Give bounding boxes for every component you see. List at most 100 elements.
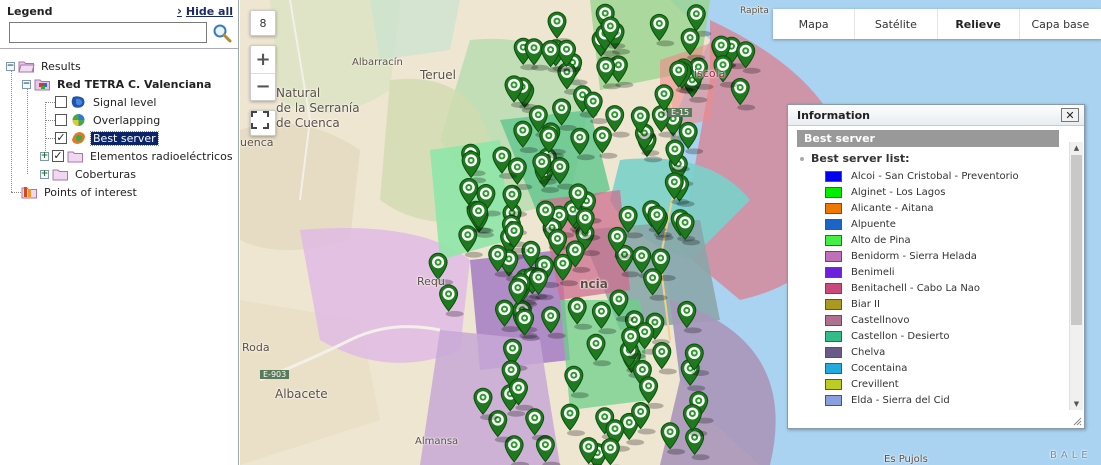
elements-checkbox[interactable]: ✓ xyxy=(52,150,64,162)
tree-node-overlapping: Overlapping xyxy=(55,111,162,129)
server-name: Chelva xyxy=(851,346,886,358)
overlapping-checkbox[interactable] xyxy=(55,114,67,126)
tree-label-signal-level[interactable]: Signal level xyxy=(91,96,158,109)
points-of-interest-icon xyxy=(21,187,37,199)
best-server-list-label: Best server list: xyxy=(811,152,910,165)
information-scrollbar[interactable]: ▲ ▼ xyxy=(1069,142,1083,410)
server-name: Alcoi - San Cristobal - Preventorio xyxy=(851,170,1019,182)
list-item: Elda - Sierra del Cid xyxy=(797,392,1073,408)
information-window: Information ✕ Best server Best server li… xyxy=(787,104,1085,429)
server-name: Alto de Pina xyxy=(851,234,911,246)
scroll-up-icon[interactable]: ▲ xyxy=(1070,142,1083,154)
tree-label-results[interactable]: Results xyxy=(39,60,83,73)
best-server-section-title: Best server xyxy=(797,130,1059,147)
map-label-albacete: Albacete xyxy=(275,387,328,401)
fullscreen-button[interactable] xyxy=(250,110,276,136)
legend-search-input[interactable] xyxy=(9,22,207,43)
color-swatch xyxy=(825,330,842,342)
list-item: Alcoi - San Cristobal - Preventorio xyxy=(797,168,1073,184)
map-label-parque-2: de la Serranía xyxy=(276,101,360,115)
server-name: Crevillent xyxy=(851,378,899,390)
search-button[interactable] xyxy=(210,22,234,44)
list-item: Benidorm - Sierra Helada xyxy=(797,248,1073,264)
tree-node-results: − Results xyxy=(6,57,83,75)
hide-all-label: Hide all xyxy=(185,5,233,18)
color-swatch xyxy=(825,250,842,262)
map-label-teruel: Teruel xyxy=(420,68,456,82)
color-swatch xyxy=(825,186,842,198)
best-server-list: Alcoi - San Cristobal - Preventorio Algi… xyxy=(797,168,1073,410)
server-name: Elda - Sierra del Cid xyxy=(851,394,950,406)
map-label-parque-3: de Cuenca xyxy=(276,116,340,130)
zoom-in-button[interactable]: + xyxy=(251,46,275,74)
tree-label-elements[interactable]: Elementos radioeléctricos xyxy=(88,150,235,163)
tree-node-signal-level: Signal level xyxy=(55,93,158,111)
hide-all-link[interactable]: › Hide all xyxy=(177,4,233,18)
list-item: Chelva xyxy=(797,344,1073,360)
color-swatch xyxy=(825,362,842,374)
list-item: Alginet - Los Lagos xyxy=(797,184,1073,200)
scrollbar-thumb[interactable] xyxy=(1071,155,1082,325)
list-item: Biar II xyxy=(797,296,1073,312)
tree-label-points[interactable]: Points of interest xyxy=(42,186,139,199)
map-label-valencia: ncia xyxy=(580,277,608,291)
tree-label-overlapping[interactable]: Overlapping xyxy=(91,114,162,127)
server-name: Benimeli xyxy=(851,266,895,278)
server-name: Benitachell - Cabo La Nao xyxy=(851,282,981,294)
legend-header: Legend › Hide all xyxy=(0,0,238,22)
list-item: Castellon - Desierto xyxy=(797,328,1073,344)
list-item: Alicante - Aitana xyxy=(797,200,1073,216)
signal-level-checkbox[interactable] xyxy=(55,96,67,108)
basemap-tab-capa-base[interactable]: Capa base xyxy=(1020,9,1101,39)
map-label-albarracin: Albarracín xyxy=(352,57,403,68)
basemap-tab-satelite[interactable]: Satélite xyxy=(855,9,938,39)
zoom-control: + − xyxy=(250,45,276,101)
tree-node-best-server: ✓ Best server xyxy=(55,129,159,147)
information-title: Information xyxy=(797,108,870,122)
tree-label-best-server[interactable]: Best server xyxy=(90,130,159,146)
color-swatch xyxy=(825,234,842,246)
server-name: Alicante - Aitana xyxy=(851,202,934,214)
map-label-rapita: Rapita xyxy=(740,6,769,16)
close-button[interactable]: ✕ xyxy=(1061,108,1079,122)
map-label-roda: Roda xyxy=(242,341,270,354)
expand-icon[interactable]: + xyxy=(40,151,49,161)
information-header: Information ✕ xyxy=(788,105,1084,126)
server-name: Alpuente xyxy=(851,218,896,230)
legend-divider xyxy=(0,48,238,49)
best-server-icon xyxy=(72,132,85,144)
color-swatch xyxy=(825,282,842,294)
scroll-down-icon[interactable]: ▼ xyxy=(1070,398,1083,410)
bullet-icon xyxy=(800,156,804,161)
list-item: Benimeli xyxy=(797,264,1073,280)
server-name: Benidorm - Sierra Helada xyxy=(851,250,977,262)
tree-label-network[interactable]: Red TETRA C. Valenciana xyxy=(55,78,213,91)
list-item: Alto de Pina xyxy=(797,232,1073,248)
folder-icon xyxy=(52,169,68,181)
folder-icon xyxy=(67,151,83,163)
basemap-switcher: Mapa Satélite Relieve Capa base xyxy=(773,9,1101,39)
basemap-tab-relieve[interactable]: Relieve xyxy=(938,9,1020,39)
list-item: Castellnovo xyxy=(797,312,1073,328)
tree-node-points: Points of interest xyxy=(21,183,139,201)
expand-icon[interactable]: + xyxy=(40,169,49,179)
color-swatch xyxy=(825,346,842,358)
collapse-icon[interactable]: − xyxy=(6,61,15,71)
color-swatch xyxy=(825,314,842,326)
server-name: Cocentaina xyxy=(851,362,908,374)
server-name: Alginet - Los Lagos xyxy=(851,186,946,198)
color-swatch xyxy=(825,266,842,278)
best-server-checkbox[interactable]: ✓ xyxy=(55,132,67,144)
legend-title: Legend xyxy=(7,4,53,18)
map-label-parque-1: Natural xyxy=(276,86,321,100)
tree-label-coberturas[interactable]: Coberturas xyxy=(73,168,138,181)
zoom-out-button[interactable]: − xyxy=(251,74,275,101)
server-name: Biar II xyxy=(851,298,880,310)
map-label-requena: Requ xyxy=(417,275,445,288)
resize-grip-icon[interactable] xyxy=(1072,416,1082,426)
road-shield-e903: E-903 xyxy=(260,370,290,379)
basemap-tab-mapa[interactable]: Mapa xyxy=(773,9,856,39)
server-name: Castellnovo xyxy=(851,314,910,326)
folder-open-icon xyxy=(18,61,35,73)
collapse-icon[interactable]: − xyxy=(22,79,31,89)
